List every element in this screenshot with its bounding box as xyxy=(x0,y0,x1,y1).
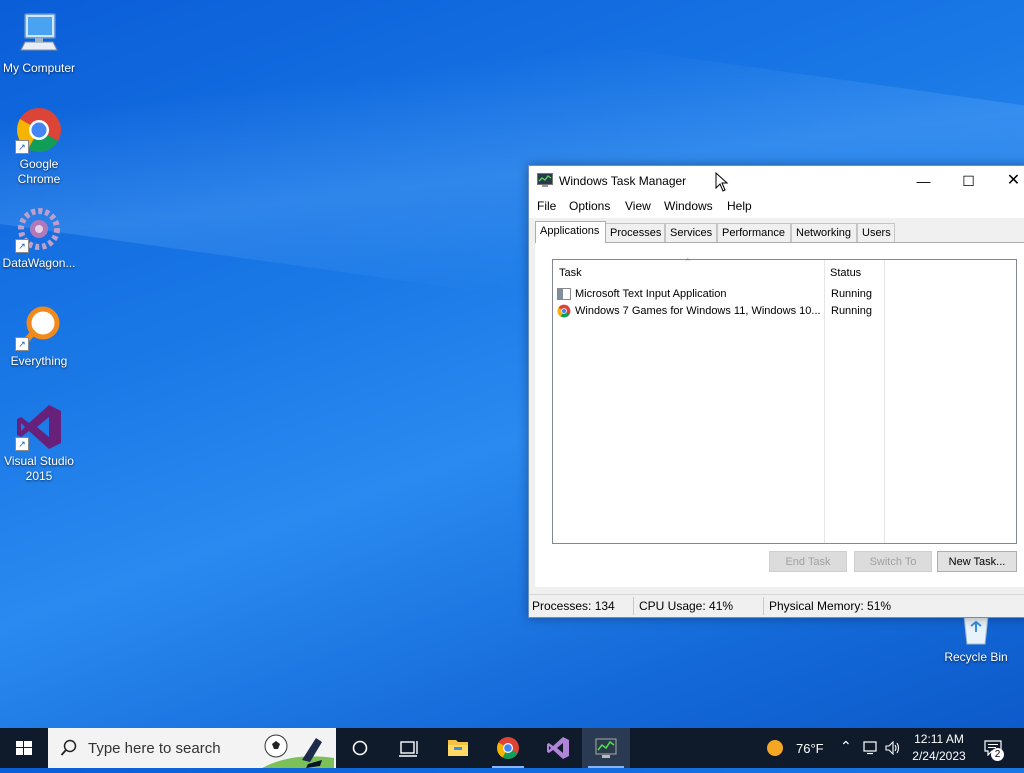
title-bar[interactable]: Windows Task Manager — ☐ ✕ xyxy=(529,166,1024,196)
task-manager-icon xyxy=(595,738,617,758)
everything-search-icon: ↗ xyxy=(15,303,63,351)
clock[interactable]: 12:11 AM 2/24/2023 xyxy=(906,728,972,768)
tab-services[interactable]: Services xyxy=(665,223,717,242)
tab-applications[interactable]: Applications xyxy=(535,221,606,243)
status-bar: Processes: 134 CPU Usage: 41% Physical M… xyxy=(529,594,1024,617)
shortcut-arrow-icon: ↗ xyxy=(15,337,29,351)
shortcut-arrow-icon: ↗ xyxy=(15,140,29,154)
maximize-button[interactable]: ☐ xyxy=(946,166,991,196)
taskbar-search-box[interactable]: Type here to search xyxy=(48,728,336,768)
taskbar-chrome[interactable] xyxy=(486,728,530,768)
status-physical-memory: Physical Memory: 51% xyxy=(769,599,892,613)
tab-performance[interactable]: Performance xyxy=(717,223,791,242)
show-hidden-icons-button[interactable]: ⌃ xyxy=(838,728,854,768)
taskbar-file-explorer[interactable] xyxy=(436,728,480,768)
shortcut-arrow-icon: ↗ xyxy=(15,239,29,253)
menu-help[interactable]: Help xyxy=(727,199,752,213)
task-row[interactable]: Windows 7 Games for Windows 11, Windows … xyxy=(557,303,1012,320)
clock-date: 2/24/2023 xyxy=(912,749,966,763)
desktop-icon-label: My Computer xyxy=(2,61,76,75)
status-processes: Processes: 134 xyxy=(532,599,615,613)
desktop-icon-label: Everything xyxy=(10,354,68,368)
cortana-button[interactable] xyxy=(340,728,380,768)
tab-users[interactable]: Users xyxy=(857,223,895,242)
task-manager-icon xyxy=(537,173,553,187)
applications-panel: Task ⌃ Status Microsoft Text Input Appli… xyxy=(535,242,1024,587)
window-title: Windows Task Manager xyxy=(559,174,687,188)
task-name: Microsoft Text Input Application xyxy=(575,288,727,300)
list-header: Task ⌃ Status xyxy=(553,257,1016,284)
menu-options[interactable]: Options xyxy=(569,199,610,213)
minimize-button[interactable]: — xyxy=(901,166,946,196)
desktop-icon-everything[interactable]: ↗ Everything xyxy=(0,303,78,369)
desktop-icon-label: DataWagon... xyxy=(2,256,76,270)
tab-networking[interactable]: Networking xyxy=(791,223,857,242)
search-placeholder: Type here to search xyxy=(88,740,221,757)
task-status: Running xyxy=(831,288,872,300)
column-header-task[interactable]: Task xyxy=(559,267,582,279)
chrome-icon xyxy=(557,304,571,318)
start-button[interactable] xyxy=(0,728,48,768)
task-view-button[interactable] xyxy=(388,728,428,768)
taskbar: Type here to search 76°F ⌃ 12:11 AM 2/24… xyxy=(0,728,1024,768)
windows-logo-icon xyxy=(16,741,32,755)
menu-bar: File Options View Windows Help xyxy=(529,196,1024,218)
weather-widget[interactable]: 76°F xyxy=(764,728,834,768)
desktop-icon-datawagon[interactable]: ↗ DataWagon... xyxy=(0,205,78,271)
sort-ascending-icon: ⌃ xyxy=(684,257,692,267)
weather-temperature: 76°F xyxy=(796,741,824,756)
chrome-icon xyxy=(497,737,519,759)
task-status: Running xyxy=(831,305,872,317)
volume-icon[interactable] xyxy=(884,728,902,768)
visual-studio-icon xyxy=(547,737,569,759)
notifications-button[interactable]: 2 xyxy=(980,728,1020,768)
desktop-icon-label: Google Chrome xyxy=(17,157,61,186)
menu-view[interactable]: View xyxy=(625,199,651,213)
visual-studio-icon: ↗ xyxy=(15,403,63,451)
mouse-cursor-icon xyxy=(715,171,729,197)
search-icon xyxy=(60,739,77,756)
task-list[interactable]: Task ⌃ Status Microsoft Text Input Appli… xyxy=(552,257,1017,544)
switch-to-button[interactable]: Switch To xyxy=(854,551,932,572)
taskbar-visual-studio[interactable] xyxy=(536,728,580,768)
desktop-icon-label: Visual Studio 2015 xyxy=(4,454,74,483)
cortana-circle-icon xyxy=(352,740,368,756)
task-manager-window: Windows Task Manager — ☐ ✕ File Options … xyxy=(528,165,1024,618)
desktop-icon-recycle-bin[interactable]: Recycle Bin xyxy=(940,612,1012,664)
taskbar-task-manager[interactable] xyxy=(582,728,630,768)
menu-windows[interactable]: Windows xyxy=(664,199,713,213)
close-button[interactable]: ✕ xyxy=(991,166,1024,196)
computer-icon xyxy=(15,10,63,58)
window-app-icon xyxy=(557,287,571,301)
datawagon-icon: ↗ xyxy=(15,205,63,253)
sun-icon xyxy=(767,740,783,756)
folder-icon xyxy=(448,740,468,756)
notification-count-badge: 2 xyxy=(991,748,1004,761)
tab-processes[interactable]: Processes xyxy=(605,223,665,242)
end-task-button[interactable]: End Task xyxy=(769,551,847,572)
task-view-icon xyxy=(399,741,418,757)
network-icon[interactable] xyxy=(862,728,880,768)
desktop-icon-label: Recycle Bin xyxy=(944,650,1008,664)
menu-file[interactable]: File xyxy=(537,199,556,213)
column-header-status[interactable]: Status xyxy=(830,267,861,279)
desktop-icon-visual-studio[interactable]: ↗ Visual Studio 2015 xyxy=(0,403,78,484)
clock-time: 12:11 AM xyxy=(914,732,964,746)
shortcut-arrow-icon: ↗ xyxy=(15,437,29,451)
status-cpu-usage: CPU Usage: 41% xyxy=(639,599,734,613)
desktop-icon-google-chrome[interactable]: ↗ Google Chrome xyxy=(0,106,78,187)
task-name: Windows 7 Games for Windows 11, Windows … xyxy=(575,305,821,317)
task-row[interactable]: Microsoft Text Input Application Running xyxy=(557,286,1012,303)
chevron-up-icon: ⌃ xyxy=(840,738,852,754)
soccer-ball-icon xyxy=(262,734,334,768)
chrome-icon: ↗ xyxy=(15,106,63,154)
desktop-icon-my-computer[interactable]: My Computer xyxy=(0,10,78,76)
new-task-button[interactable]: New Task... xyxy=(937,551,1017,572)
